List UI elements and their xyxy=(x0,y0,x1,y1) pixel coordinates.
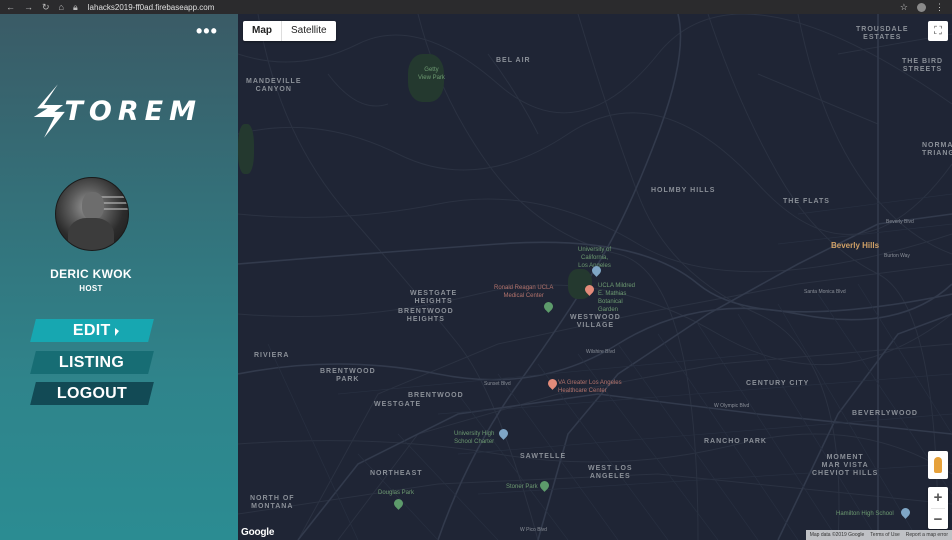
home-icon[interactable]: ⌂ xyxy=(59,2,64,12)
map-label: MANDEVILLE CANYON xyxy=(246,78,302,93)
user-role: HOST xyxy=(79,284,103,293)
edit-button[interactable]: EDIT xyxy=(30,319,154,342)
mouse-cursor-icon xyxy=(115,328,119,336)
avatar xyxy=(55,177,129,251)
map-label: NORTHEAST xyxy=(370,470,423,477)
google-logo: Google xyxy=(241,527,275,538)
map-label: NORTH OF MONTANA xyxy=(250,495,295,510)
map-label: THE BIRD STREETS xyxy=(902,58,944,73)
map-label: MOMENT MAR VISTA CHEVIOT HILLS xyxy=(812,454,879,477)
poi-label: Hamilton High School xyxy=(836,511,894,517)
street-label: W Olympic Blvd xyxy=(714,403,750,409)
map-label: Beverly Hills xyxy=(831,241,880,250)
lock-icon: 🔒︎ xyxy=(72,1,78,12)
address-bar[interactable]: lahacks2019-ff0ad.firebaseapp.com xyxy=(88,3,215,12)
map-label: WESTWOOD VILLAGE xyxy=(570,314,621,329)
street-label: Beverly Blvd xyxy=(886,219,914,225)
forward-icon[interactable]: → xyxy=(24,2,33,12)
street-label: Sunset Blvd xyxy=(484,381,511,387)
map-type-control: Map Satellite xyxy=(243,21,336,41)
poi-label: Stoner Park xyxy=(506,484,538,490)
map-label: SAWTELLE xyxy=(520,453,567,460)
user-name: DERIC KWOK xyxy=(50,267,132,281)
lightning-s-icon xyxy=(33,84,65,138)
poi-label: Ronald Reagan UCLA Medical Center xyxy=(494,285,554,299)
account-avatar-icon[interactable] xyxy=(917,2,926,12)
sidebar: ••• TOREM DERIC KWOK HOST EDIT LISTING L… xyxy=(0,14,238,540)
logo-text: TOREM xyxy=(64,95,202,127)
listing-button[interactable]: LISTING xyxy=(30,351,154,374)
street-label: W Pico Blvd xyxy=(520,527,547,533)
zoom-control: + − xyxy=(928,487,948,529)
street-label: Wilshire Blvd xyxy=(586,349,615,355)
map-label: RIVIERA xyxy=(254,352,290,359)
map-label: WEST LOS ANGELES xyxy=(588,465,633,480)
map-label: NORMA TRIANG xyxy=(922,142,952,157)
reload-icon[interactable]: ↻ xyxy=(42,2,50,13)
map-label: BRENTWOOD xyxy=(408,392,464,399)
map-label: HOLMBY HILLS xyxy=(651,187,716,194)
poi-label: UCLA Mildred E. Mathias Botanical Garden xyxy=(598,283,636,313)
map-label: CENTURY CITY xyxy=(746,380,810,387)
map-label: BEVERLYWOOD xyxy=(852,410,918,417)
street-label: Burton Way xyxy=(884,253,910,259)
map-label: BRENTWOOD PARK xyxy=(320,368,376,383)
browser-menu-icon[interactable]: ⋮ xyxy=(935,2,944,13)
map-label: BEL AIR xyxy=(496,57,531,64)
logout-button[interactable]: LOGOUT xyxy=(30,382,154,405)
poi-label: VA Greater Los Angeles Healthcare Center xyxy=(558,380,622,394)
storem-logo: TOREM xyxy=(32,76,202,146)
map-attribution: Map data ©2019 Google Terms of Use Repor… xyxy=(805,530,952,540)
report-error-link[interactable]: Report a map error xyxy=(906,530,948,540)
park-label: Getty View Park xyxy=(418,67,445,81)
terms-link[interactable]: Terms of Use xyxy=(870,530,899,540)
fullscreen-icon[interactable]: ⛶ xyxy=(928,21,948,41)
map-label: WESTGATE xyxy=(374,401,422,408)
more-options-icon[interactable]: ••• xyxy=(196,22,218,40)
map-label: BRENTWOOD HEIGHTS xyxy=(398,308,454,323)
street-view-pegman-icon[interactable] xyxy=(928,451,948,479)
map-label: WESTGATE HEIGHTS xyxy=(410,290,458,305)
bookmark-star-icon[interactable]: ☆ xyxy=(900,2,908,13)
poi-label: University High School Charter xyxy=(454,431,495,445)
browser-toolbar: ← → ↻ ⌂ 🔒︎ lahacks2019-ff0ad.firebaseapp… xyxy=(0,0,952,14)
poi-label: Douglas Park xyxy=(378,490,415,496)
map-type-map-button[interactable]: Map xyxy=(243,21,281,41)
map-label: RANCHO PARK xyxy=(704,438,767,445)
park-area xyxy=(238,124,254,174)
map-label: TROUSDALE ESTATES xyxy=(856,26,909,41)
map-type-satellite-button[interactable]: Satellite xyxy=(282,21,336,41)
street-label: Santa Monica Blvd xyxy=(804,289,846,295)
zoom-in-button[interactable]: + xyxy=(928,487,948,508)
zoom-out-button[interactable]: − xyxy=(928,509,948,530)
map-canvas[interactable]: BEL AIR MANDEVILLE CANYON HOLMBY HILLS T… xyxy=(238,14,952,540)
back-icon[interactable]: ← xyxy=(6,2,15,12)
map-label: THE FLATS xyxy=(783,198,830,205)
